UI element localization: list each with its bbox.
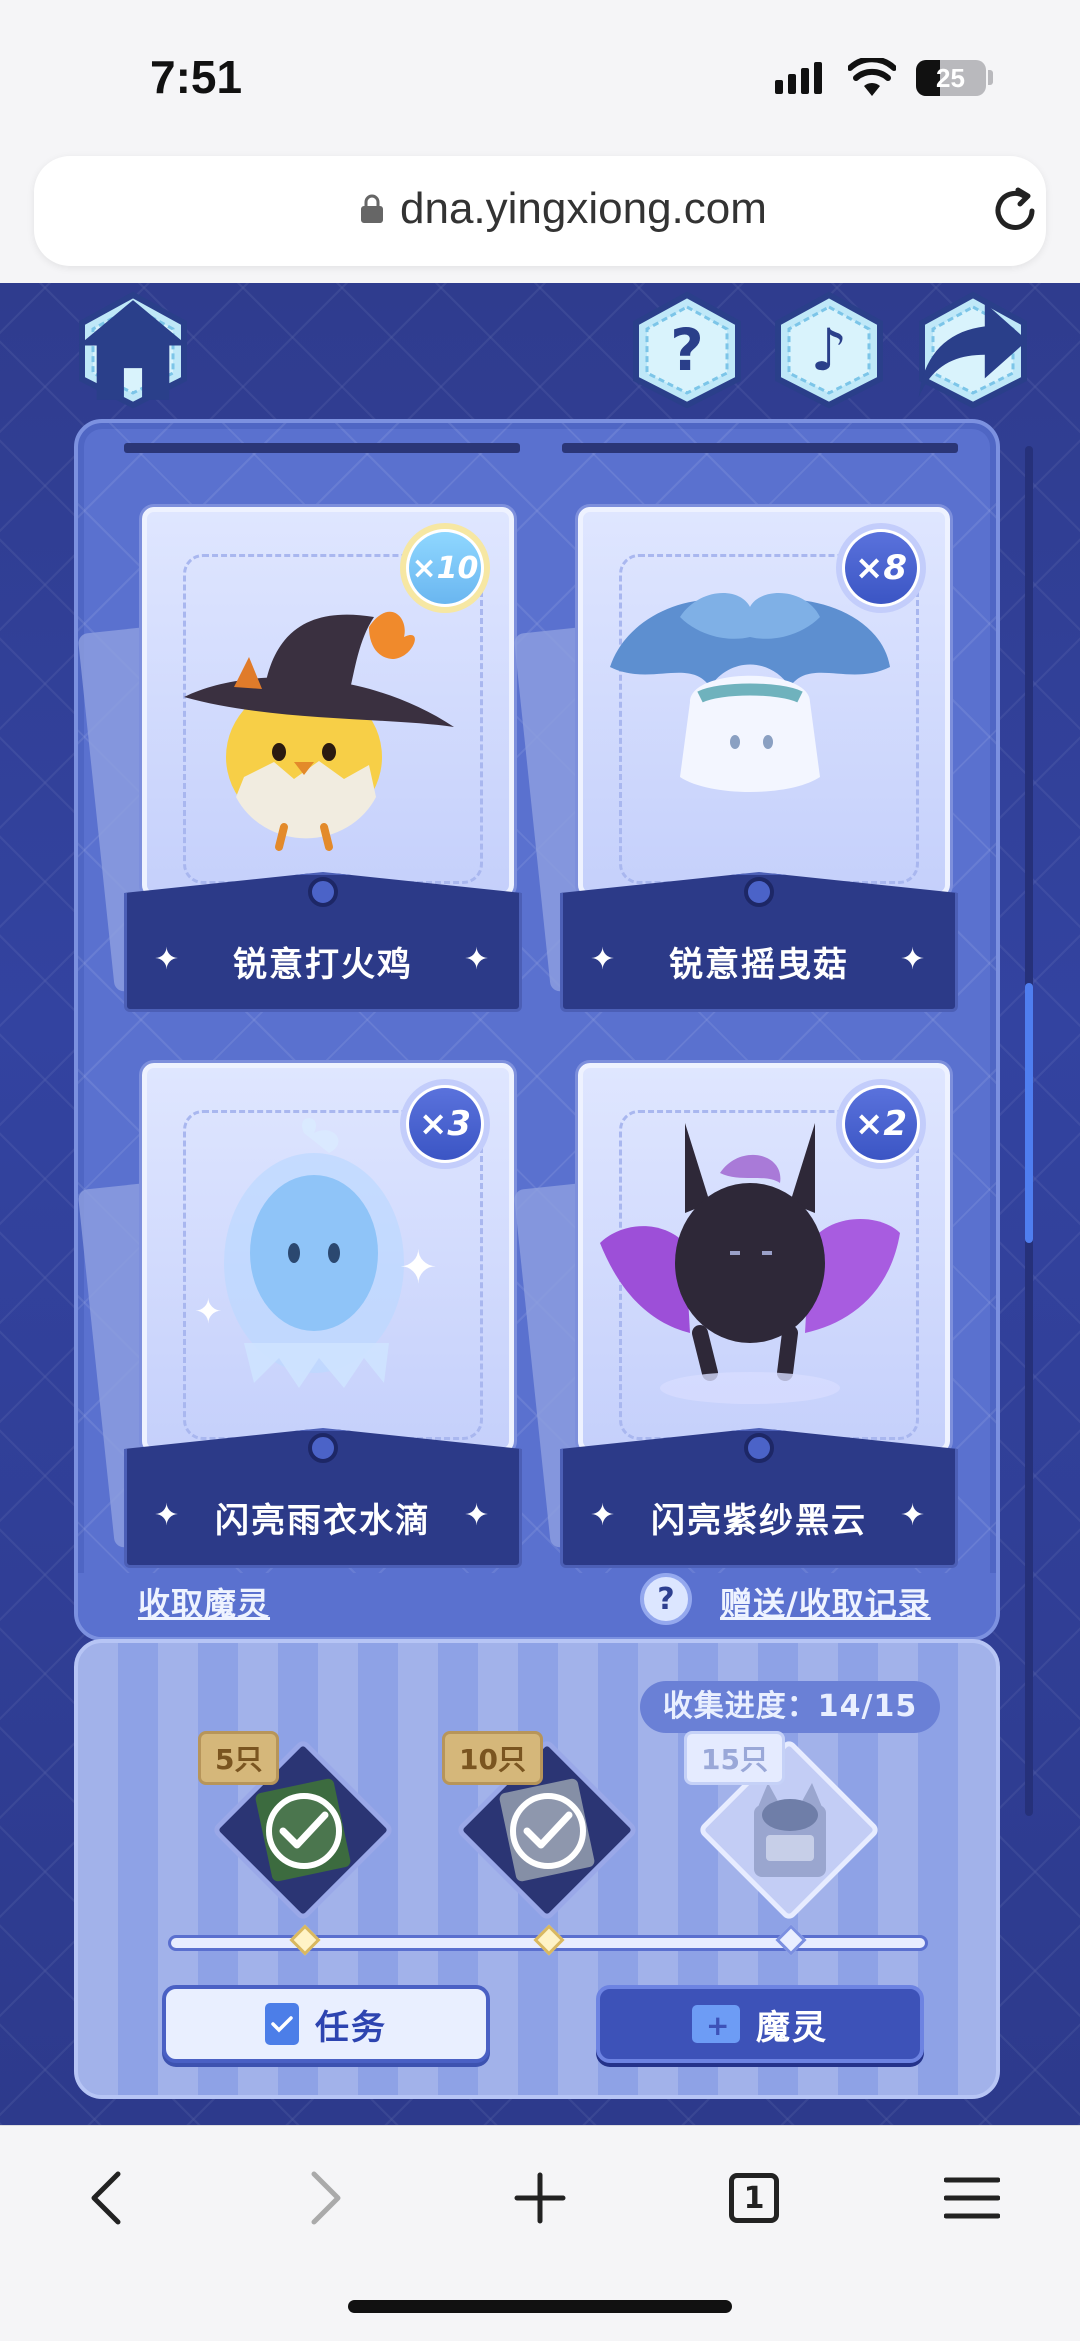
spirit-card[interactable]: ×2 ✦ ✦ 闪亮紫纱黑云 (513, 1063, 958, 1573)
music-button[interactable]: ♪ (770, 291, 888, 409)
spirit-card[interactable]: ×8 ✦ ✦ 锐意摇曳菇 (513, 507, 958, 1017)
svg-text:✦: ✦ (194, 1292, 223, 1332)
question-icon: ? (670, 316, 704, 384)
check-icon (510, 1793, 586, 1869)
home-icon (74, 291, 192, 409)
question-icon[interactable]: ? (640, 1573, 692, 1625)
spirit-card[interactable]: ✦ ✦ ×3 ✦ ✦ 闪亮雨衣水滴 (78, 1063, 522, 1573)
count-badge: ×8 (836, 523, 926, 613)
help-button[interactable]: ? (628, 291, 746, 409)
spirit-button-label: 魔灵 (756, 2007, 828, 2048)
document-check-icon (265, 2003, 299, 2045)
svg-text:✦: ✦ (399, 1240, 438, 1294)
card-name: 闪亮雨衣水滴 (215, 1501, 431, 1541)
tabs-button[interactable]: 1 (714, 2158, 794, 2238)
folder-plus-icon: + (692, 2005, 740, 2043)
spirit-collection-panel[interactable]: ×10 ✦ ✦ 锐意打火鸡 ×8 ✦ ✦ 锐意摇曳菇 ✦ ✦ ×3 ✦ ✦ 闪亮… (74, 419, 1000, 1641)
card-name: 闪亮紫纱黑云 (651, 1501, 867, 1541)
spirit-button[interactable]: + 魔灵 (596, 1985, 924, 2063)
card-name: 锐意打火鸡 (233, 945, 413, 985)
count-badge: ×10 (400, 523, 490, 613)
milestone-label: 5只 (198, 1731, 280, 1785)
reload-icon[interactable] (988, 184, 1042, 238)
milestone-10[interactable]: 10只 (442, 1731, 642, 1925)
battery-level: 25 (936, 63, 965, 93)
url-text[interactable]: dna.yingxiong.com (400, 184, 767, 234)
cellular-signal-icon (775, 62, 822, 94)
lock-icon (361, 194, 383, 223)
home-indicator (348, 2300, 732, 2313)
hamburger-menu-icon (944, 2177, 1000, 2219)
new-tab-button[interactable] (500, 2158, 580, 2238)
task-button[interactable]: 任务 (162, 1985, 490, 2063)
tabs-icon: 1 (729, 2173, 779, 2223)
music-note-icon: ♪ (810, 316, 848, 384)
plus-icon (514, 2172, 566, 2224)
spirit-card[interactable]: ×10 ✦ ✦ 锐意打火鸡 (78, 507, 522, 1017)
count-badge: ×2 (836, 1079, 926, 1169)
milestone-label: 15只 (684, 1731, 785, 1785)
status-bar: 7:51 25 (0, 0, 1080, 150)
card-name: 锐意摇曳菇 (669, 945, 849, 985)
chevron-right-icon (311, 2171, 341, 2225)
count-badge: ×3 (400, 1079, 490, 1169)
collection-progress-label: 收集进度：14/15 (640, 1681, 940, 1733)
gift-history-link[interactable]: 赠送/收取记录 (720, 1579, 931, 1625)
wifi-icon (848, 58, 896, 96)
home-button[interactable] (74, 291, 192, 409)
chevron-left-icon (91, 2171, 121, 2225)
milestone-15[interactable]: 15只 (684, 1731, 884, 1925)
forward-button[interactable] (286, 2158, 366, 2238)
game-view: ? ♪ ×10 ✦ ✦ 锐意打火鸡 ×8 ✦ ✦ 锐意摇曳菇 ✦ ✦ ×3 ✦ … (0, 283, 1080, 2125)
scrollbar-thumb[interactable] (1025, 983, 1033, 1243)
collect-spirit-link[interactable]: 收取魔灵 (138, 1579, 270, 1625)
milestone-label: 10只 (442, 1731, 543, 1785)
status-time: 7:51 (150, 51, 243, 103)
back-button[interactable] (66, 2158, 146, 2238)
task-button-label: 任务 (315, 2007, 387, 2048)
collection-progress-panel: 收集进度：14/15 5只 10只 15只 任务 + 魔灵 (74, 1639, 1000, 2099)
menu-button[interactable] (932, 2158, 1012, 2238)
share-arrow-icon (914, 291, 1032, 409)
cat-machine-reward-icon (754, 1783, 826, 1877)
check-icon (266, 1793, 342, 1869)
milestone-5[interactable]: 5只 (198, 1731, 398, 1925)
battery-icon: 25 (916, 60, 986, 96)
address-bar[interactable]: dna.yingxiong.com (34, 156, 1046, 266)
share-button[interactable] (914, 291, 1032, 409)
